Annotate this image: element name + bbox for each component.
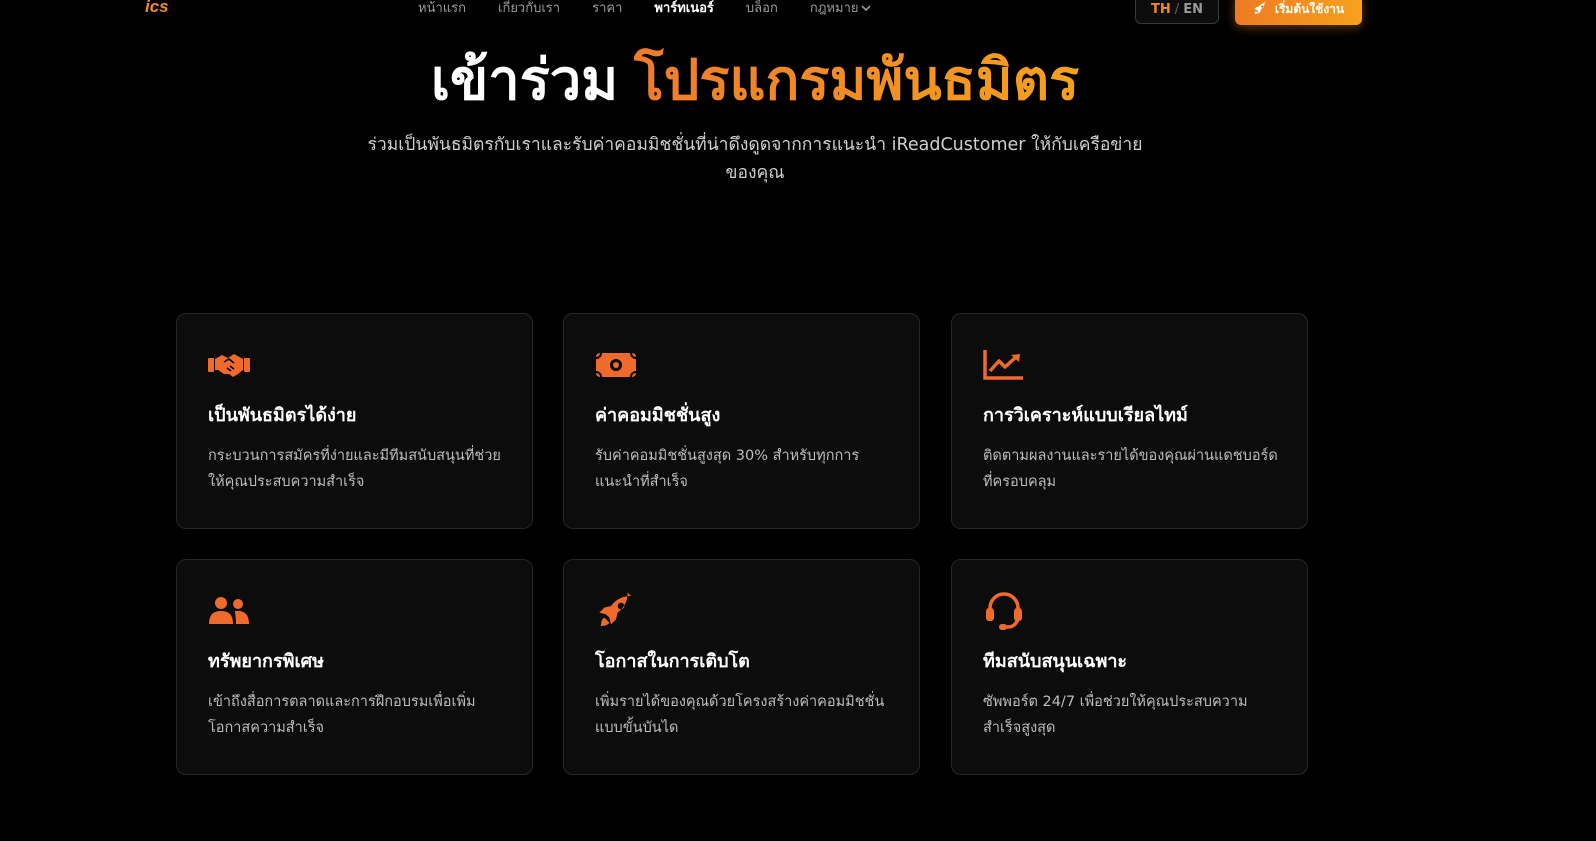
main-nav: หน้าแรก เกี่ยวกับเรา ราคา พาร์ทเนอร์ บล็…: [418, 0, 903, 18]
rocket-icon: [1253, 1, 1275, 19]
feature-title: เป็นพันธมิตรได้ง่าย: [208, 405, 357, 426]
lang-separator: /: [1174, 1, 1180, 17]
get-started-label: เริ่มต้นใช้งาน: [1274, 2, 1345, 16]
nav-link-about[interactable]: เกี่ยวกับเรา: [498, 0, 560, 18]
feature-title: ทีมสนับสนุนเฉพาะ: [983, 651, 1128, 672]
lang-th-option[interactable]: TH: [1151, 2, 1171, 17]
feature-description: ติดตามผลงานและรายได้ของคุณผ่านแดชบอร์ดที…: [983, 448, 1278, 490]
feature-card-exclusive-resources: ทรัพยากรพิเศษ เข้าถึงสื่อการตลาดและการฝึ…: [176, 559, 533, 775]
feature-card-realtime-analytics: การวิเคราะห์แบบเรียลไทม์ ติดตามผลงานและร…: [951, 313, 1308, 529]
feature-card-growth-opportunity: โอกาสในการเติบโต เพิ่มรายได้ของคุณด้วยโค…: [563, 559, 920, 775]
nav-link-legal-label: กฎหมาย: [809, 1, 859, 16]
page-title-highlight: โปรแกรมพันธมิตร: [633, 48, 1080, 111]
nav-link-partner[interactable]: พาร์ทเนอร์: [654, 0, 714, 18]
language-switcher[interactable]: TH / EN: [1135, 0, 1219, 24]
nav-link-home[interactable]: หน้าแรก: [418, 0, 466, 18]
page-title: เข้าร่วม โปรแกรมพันธมิตร: [0, 40, 1510, 120]
feature-description: เพิ่มรายได้ของคุณด้วยโครงสร้างค่าคอมมิชช…: [595, 694, 885, 736]
page-title-part1: เข้าร่วม: [430, 48, 634, 111]
money-bill-icon: [595, 348, 639, 382]
lang-en-option[interactable]: EN: [1183, 2, 1203, 17]
feature-description: เข้าถึงสื่อการตลาดและการฝึกอบรมเพื่อเพิ่…: [208, 694, 476, 736]
feature-description: รับค่าคอมมิชชั่นสูงสุด 30% สำหรับทุกการแ…: [595, 448, 860, 490]
feature-title: โอกาสในการเติบโต: [595, 651, 750, 672]
chevron-down-icon: [861, 1, 872, 16]
feature-title: ค่าคอมมิชชั่นสูง: [595, 405, 721, 426]
nav-link-blog[interactable]: บล็อก: [746, 0, 778, 18]
feature-card-dedicated-support: ทีมสนับสนุนเฉพาะ ซัพพอร์ต 24/7 เพื่อช่วย…: [951, 559, 1308, 775]
svg-text:ics: ics: [145, 0, 169, 16]
feature-description: ซัพพอร์ต 24/7 เพื่อช่วยให้คุณประสบความสำ…: [983, 694, 1248, 736]
get-started-button[interactable]: เริ่มต้นใช้งาน: [1235, 0, 1362, 25]
nav-link-legal[interactable]: กฎหมาย: [810, 0, 872, 18]
feature-card-high-commission: ค่าคอมมิชชั่นสูง รับค่าคอมมิชชั่นสูงสุด …: [563, 313, 920, 529]
top-navbar: ics หน้าแรก เกี่ยวกับเรา ราคา พาร์ทเนอร์…: [0, 0, 1596, 26]
chart-line-icon: [983, 348, 1027, 382]
feature-title: ทรัพยากรพิเศษ: [208, 651, 324, 672]
feature-title: การวิเคราะห์แบบเรียลไทม์: [983, 405, 1188, 426]
ics-logo-icon[interactable]: ics: [145, 0, 171, 16]
users-icon: [208, 594, 252, 628]
nav-link-pricing[interactable]: ราคา: [592, 0, 622, 18]
handshake-icon: [208, 348, 252, 382]
feature-card-easy-partnership: เป็นพันธมิตรได้ง่าย กระบวนการสมัครที่ง่า…: [176, 313, 533, 529]
headset-icon: [983, 592, 1027, 630]
page-subtitle: ร่วมเป็นพันธมิตรกับเราและรับค่าคอมมิชชั่…: [367, 135, 1143, 183]
feature-description: กระบวนการสมัครที่ง่ายและมีทีมสนับสนุนที่…: [208, 448, 501, 490]
rocket-icon: [595, 592, 639, 628]
